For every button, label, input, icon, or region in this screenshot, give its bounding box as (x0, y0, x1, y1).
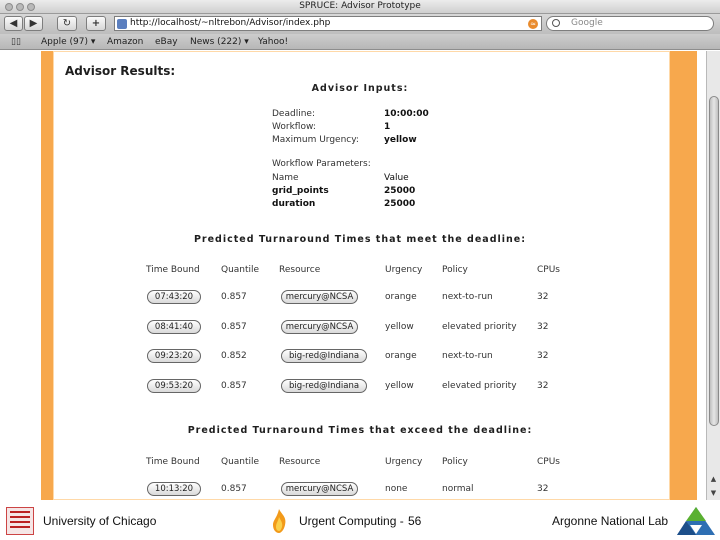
quantile-cell: 0.857 (221, 322, 247, 332)
footer-page-number: 56 (408, 514, 422, 528)
url-text[interactable]: http://localhost/~nltrebon/Advisor/index… (130, 18, 330, 28)
col-header-time-bound: Time Bound (146, 457, 200, 467)
time-bound-button[interactable]: 09:23:20 (147, 349, 201, 363)
search-icon (552, 19, 560, 27)
policy-cell: elevated priority (442, 322, 517, 332)
col-header-urgency: Urgency (385, 457, 423, 467)
deadline-value: 10:00:00 (384, 109, 429, 119)
scroll-down-arrow-icon[interactable]: ▼ (707, 487, 720, 500)
bookmarks-bar: ▯▯ Apple (97) ▾ Amazon eBay News (222) ▾… (0, 34, 720, 50)
bookmark-ebay[interactable]: eBay (155, 37, 178, 47)
col-header-resource: Resource (279, 265, 321, 275)
address-bar[interactable]: http://localhost/~nltrebon/Advisor/index… (114, 16, 542, 31)
favicon-icon (117, 19, 127, 29)
max-urgency-label: Maximum Urgency: (272, 135, 359, 145)
workflow-label: Workflow: (272, 122, 316, 132)
fire-icon (273, 509, 286, 533)
policy-cell: next-to-run (442, 351, 493, 361)
bookmark-news[interactable]: News (222) ▾ (190, 37, 249, 47)
col-header-urgency: Urgency (385, 265, 423, 275)
search-field[interactable]: Google (546, 16, 714, 31)
argonne-logo-icon (677, 507, 715, 535)
resource-button[interactable]: mercury@NCSA (281, 290, 358, 304)
bookmarks-book-icon[interactable]: ▯▯ (11, 37, 21, 47)
time-bound-button[interactable]: 07:43:20 (147, 290, 201, 304)
window-titlebar: SPRUCE: Advisor Prototype (0, 0, 720, 14)
param-name: duration (272, 199, 316, 209)
window-title: SPRUCE: Advisor Prototype (299, 1, 421, 11)
cpus-cell: 32 (537, 292, 549, 302)
meet-deadline-heading: Predicted Turnaround Times that meet the… (193, 234, 527, 245)
urgency-cell: orange (385, 292, 417, 302)
forward-button[interactable]: ▶ (24, 16, 43, 31)
time-bound-button[interactable]: 10:13:20 (147, 482, 201, 496)
params-name-header: Name (272, 173, 299, 183)
policy-cell: elevated priority (442, 381, 517, 391)
time-bound-button[interactable]: 08:41:40 (147, 320, 201, 334)
browser-toolbar: ◀ ▶ ↻ + http://localhost/~nltrebon/Advis… (0, 14, 720, 34)
resource-button[interactable]: mercury@NCSA (281, 482, 358, 496)
results-heading: Advisor Results: (65, 64, 176, 78)
footer-title: Urgent Computing - (299, 514, 404, 528)
quantile-cell: 0.857 (221, 381, 247, 391)
reload-button[interactable]: ↻ (57, 16, 77, 31)
cpus-cell: 32 (537, 484, 549, 494)
bookmark-amazon[interactable]: Amazon (107, 37, 143, 47)
cpus-cell: 32 (537, 322, 549, 332)
deadline-label: Deadline: (272, 109, 315, 119)
param-value: 25000 (384, 186, 416, 196)
slide-footer: University of Chicago Urgent Computing -… (0, 500, 720, 540)
param-name: grid_points (272, 186, 329, 196)
policy-cell: normal (442, 484, 474, 494)
resource-button[interactable]: mercury@NCSA (281, 320, 358, 334)
rss-icon[interactable]: ≈ (528, 19, 538, 29)
slide-frame: SPRUCE: Advisor Prototype ◀ ▶ ↻ + http:/… (0, 0, 720, 540)
col-header-cpus: CPUs (537, 457, 560, 467)
scroll-up-arrow-icon[interactable]: ▲ (707, 473, 720, 486)
scrollbar-thumb[interactable] (709, 96, 719, 426)
footer-university: University of Chicago (43, 514, 157, 528)
urgency-cell: yellow (385, 322, 414, 332)
col-header-time-bound: Time Bound (146, 265, 200, 275)
resource-button[interactable]: big-red@Indiana (281, 379, 367, 393)
cpus-cell: 32 (537, 351, 549, 361)
back-button[interactable]: ◀ (4, 16, 23, 31)
col-header-cpus: CPUs (537, 265, 560, 275)
workflow-params-heading: Workflow Parameters: (272, 159, 371, 169)
bookmark-apple[interactable]: Apple (97) ▾ (41, 37, 95, 47)
footer-argonne: Argonne National Lab (552, 514, 669, 528)
cpus-cell: 32 (537, 381, 549, 391)
col-header-quantile: Quantile (221, 265, 260, 275)
university-of-chicago-logo-icon (6, 507, 34, 535)
search-placeholder[interactable]: Google (571, 18, 603, 28)
urgency-cell: yellow (385, 381, 414, 391)
quantile-cell: 0.857 (221, 484, 247, 494)
max-urgency-value: yellow (384, 135, 417, 145)
col-header-quantile: Quantile (221, 457, 260, 467)
col-header-policy: Policy (442, 265, 468, 275)
exceed-deadline-heading: Predicted Turnaround Times that exceed t… (187, 425, 533, 436)
params-value-header: Value (384, 173, 409, 183)
param-value: 25000 (384, 199, 416, 209)
quantile-cell: 0.857 (221, 292, 247, 302)
add-bookmark-button[interactable]: + (86, 16, 106, 31)
urgency-cell: none (385, 484, 408, 494)
resource-button[interactable]: big-red@Indiana (281, 349, 367, 363)
workflow-value: 1 (384, 122, 391, 132)
urgency-cell: orange (385, 351, 417, 361)
time-bound-button[interactable]: 09:53:20 (147, 379, 201, 393)
quantile-cell: 0.852 (221, 351, 247, 361)
col-header-resource: Resource (279, 457, 321, 467)
inputs-heading: Advisor Inputs: (311, 83, 409, 94)
bookmark-yahoo[interactable]: Yahoo! (258, 37, 288, 47)
policy-cell: next-to-run (442, 292, 493, 302)
col-header-policy: Policy (442, 457, 468, 467)
